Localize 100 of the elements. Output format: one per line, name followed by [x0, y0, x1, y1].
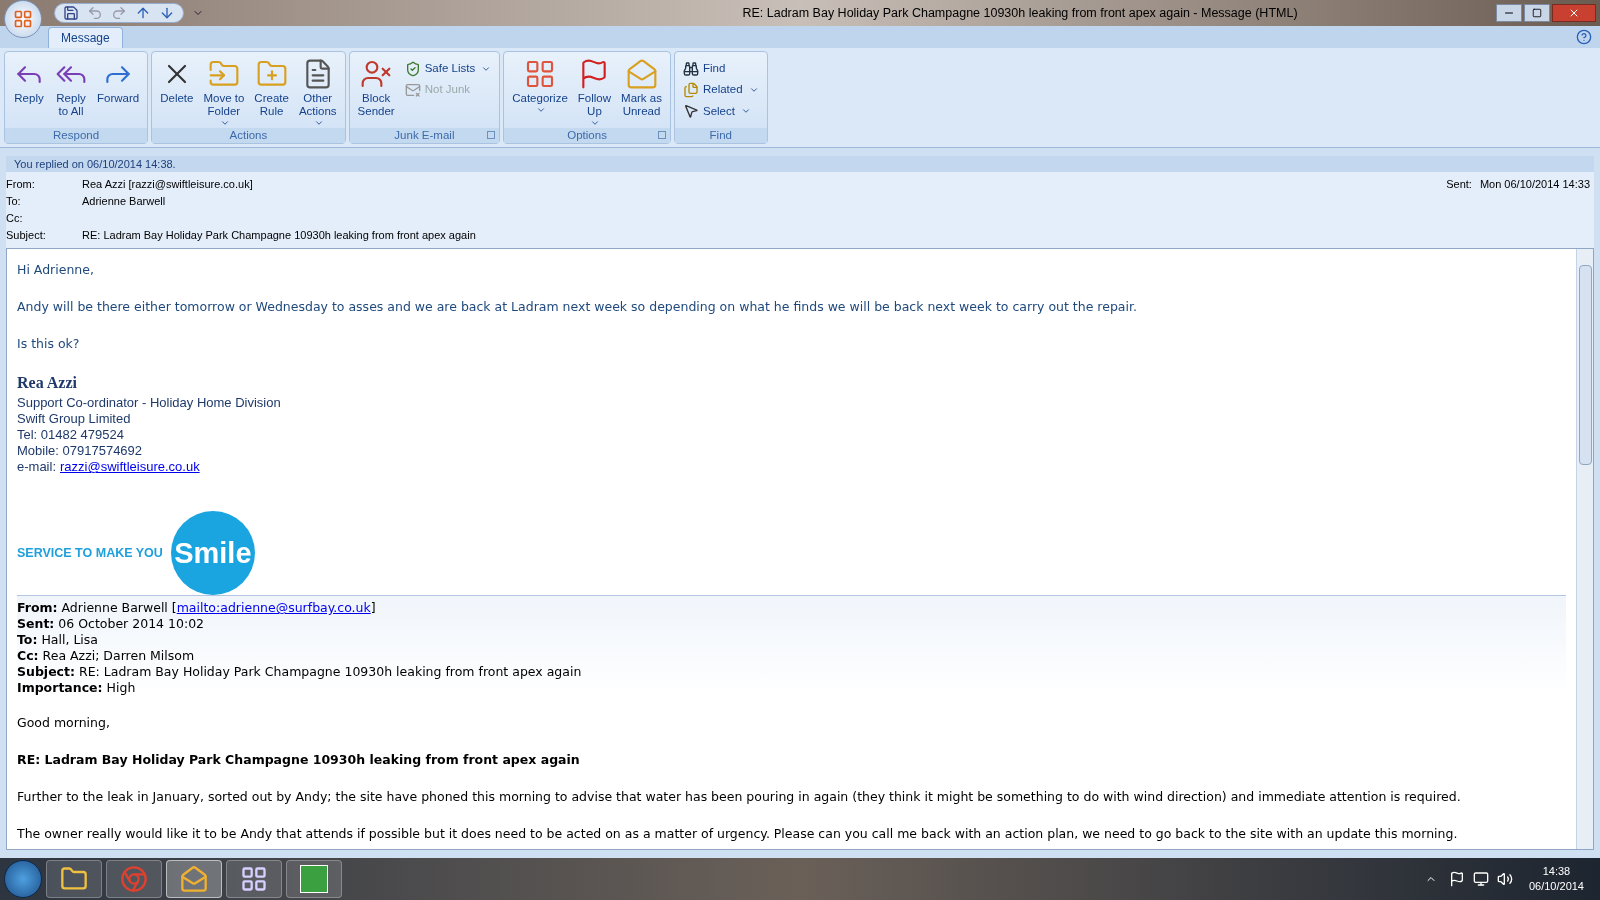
ribbon-button[interactable]: Block Sender [353, 56, 399, 128]
ribbon-button[interactable]: Move to Folder [199, 56, 249, 128]
restore-icon [1532, 8, 1542, 18]
quoted-label: To: [17, 632, 38, 649]
quoted-value: Adrienne Barwell [ [61, 600, 177, 617]
group-label: Find [709, 127, 732, 143]
caret-icon [219, 118, 230, 128]
window-title: RE: Ladram Bay Holiday Park Champagne 10930h leaking from front apex again - Message (HTML) [742, 4, 1298, 22]
signature-name: Rea Azzi [17, 373, 78, 394]
dialog-launcher-icon[interactable] [487, 131, 496, 139]
start-button[interactable] [4, 860, 42, 898]
small-ribbon-button[interactable]: Select [678, 102, 763, 120]
pages-icon [682, 81, 699, 98]
close-icon [1568, 7, 1580, 19]
info-bar: You replied on 06/10/2014 14:38. [6, 156, 1594, 172]
header-value: Adrienne Barwell [82, 194, 166, 210]
dialog-launcher-icon[interactable] [657, 131, 666, 139]
app-logo-icon [300, 865, 328, 893]
group-label: Junk E-mail [394, 127, 455, 143]
quoted-label: Subject: [17, 664, 75, 681]
block-sender-icon [360, 58, 393, 90]
help-icon[interactable] [1576, 29, 1592, 45]
group-label: Options [567, 127, 607, 143]
ribbon-button[interactable]: Other Actions [294, 56, 341, 128]
reply-paragraph: Andy will be there either tomorrow or Wednesday to asses and we are back at Ladram next week so depending on what he finds we will be back next week to carry out the repair. [17, 297, 1138, 316]
quoted-paragraph: Further to the leak in January, sorted out by Andy; the site have phoned this morning to advise that water has been pouring in again (they think it might be something to do with wind direction) and immediate attention is required. [17, 787, 1462, 806]
header-label: Cc: [6, 211, 24, 227]
ribbon-tab[interactable]: Message [48, 27, 123, 48]
email-link[interactable]: mailto:adrienne@surfbay.co.uk [176, 600, 371, 617]
header-value: RE: Ladram Bay Holiday Park Champagne 10930h leaking from front apex again [82, 228, 476, 244]
up-arrow-icon[interactable] [135, 5, 151, 21]
reply-paragraph: Is this ok? [17, 334, 81, 353]
ribbon-button[interactable]: Follow Up [573, 56, 616, 128]
signature-line: Swift Group Limited [17, 411, 132, 428]
header-label: From: [6, 177, 36, 193]
small-ribbon-button[interactable]: Safe Lists [400, 60, 496, 78]
header-value: Mon 06/10/2014 14:33 [1479, 177, 1590, 193]
shield-check-icon [404, 60, 421, 77]
group-label: Actions [229, 127, 268, 143]
small-ribbon-button[interactable]: Find [678, 60, 763, 78]
quoted-label: From: [17, 600, 58, 617]
restore-button[interactable] [1524, 4, 1550, 22]
smile-logo: Smile [170, 511, 255, 596]
envelope-icon [625, 58, 658, 90]
minimize-button[interactable] [1496, 4, 1522, 22]
pointer-icon [682, 103, 699, 120]
office-logo-icon [13, 9, 33, 29]
header-value: Rea Azzi [razzi@swiftleisure.co.uk] [82, 177, 253, 193]
caret-icon [313, 118, 324, 128]
ribbon-button[interactable]: Reply [9, 56, 49, 128]
flag-icon[interactable] [1448, 871, 1465, 887]
quoted-value: High [106, 680, 136, 697]
quoted-value: Rea Azzi; Darren Milsom [42, 648, 195, 665]
quoted-value: 06 October 2014 10:02 [58, 616, 205, 633]
ribbon-button[interactable]: Categorize [508, 56, 572, 128]
logo-tagline: SERVICE TO MAKE YOU [17, 544, 163, 562]
reply-paragraph: Hi Adrienne, [17, 261, 95, 279]
folder-icon [60, 865, 88, 893]
clock[interactable]: 14:38 06/10/2014 [1528, 864, 1584, 894]
small-ribbon-button[interactable]: Related [678, 81, 763, 99]
quoted-paragraph: RE: Ladram Bay Holiday Park Champagne 10930h leaking from front apex again [17, 751, 581, 769]
save-icon[interactable] [63, 5, 79, 21]
email-link[interactable]: razzi@swiftleisure.co.uk [60, 459, 200, 476]
ribbon-button[interactable]: Forward [93, 56, 144, 128]
network-icon[interactable] [1472, 871, 1489, 887]
quoted-paragraph: Good morning, [17, 714, 111, 733]
grid-icon [240, 865, 268, 893]
quoted-value: ] [370, 600, 376, 617]
quoted-label: Importance: [17, 680, 103, 697]
down-arrow-icon[interactable] [159, 5, 175, 21]
envelope-icon [180, 865, 208, 893]
header-label: Sent: [1446, 177, 1472, 193]
speaker-icon[interactable] [1496, 871, 1513, 887]
scrollbar[interactable] [1576, 249, 1593, 849]
office-button[interactable] [4, 0, 42, 38]
signature-line: Mobile: 07917574692 [17, 443, 144, 460]
grid-app-taskbar-icon[interactable] [226, 860, 282, 898]
ribbon-button[interactable]: Create Rule [250, 56, 293, 128]
signature-line: Tel: 01482 479524 [17, 427, 125, 444]
header-label: Subject: [6, 228, 47, 244]
category-grid-icon [524, 58, 556, 90]
quoted-value: RE: Ladram Bay Holiday Park Champagne 10930h leaking from front apex again [79, 664, 582, 681]
quoted-value: Hall, Lisa [41, 632, 98, 649]
caret-icon [590, 118, 601, 128]
quoted-label: Cc: [17, 648, 39, 665]
quoted-label: Sent: [17, 616, 55, 633]
mail-taskbar-icon[interactable] [166, 860, 222, 898]
signature-line: e-mail: [17, 459, 56, 476]
browser-icon [120, 865, 148, 893]
quoted-paragraph: The owner really would like it to be Andy that attends if possible but it does need to be acted on as a matter of urgency. Please can you call me back with an action plan, we need to go back to the site with an update this morning. [17, 824, 1459, 843]
caret-icon [536, 105, 546, 115]
header-label: To: [6, 194, 22, 210]
file-explorer-taskbar-icon[interactable] [46, 860, 102, 898]
signature-line: Support Co-ordinator - Holiday Home Division [17, 395, 282, 412]
envelope-icon [404, 81, 421, 98]
ribbon-button[interactable]: Reply to All [51, 56, 91, 128]
ribbon-button[interactable]: Mark as Unread [617, 56, 666, 128]
ribbon-button[interactable]: Delete [156, 56, 198, 128]
group-label: Respond [53, 127, 100, 143]
binoculars-icon [682, 60, 699, 77]
